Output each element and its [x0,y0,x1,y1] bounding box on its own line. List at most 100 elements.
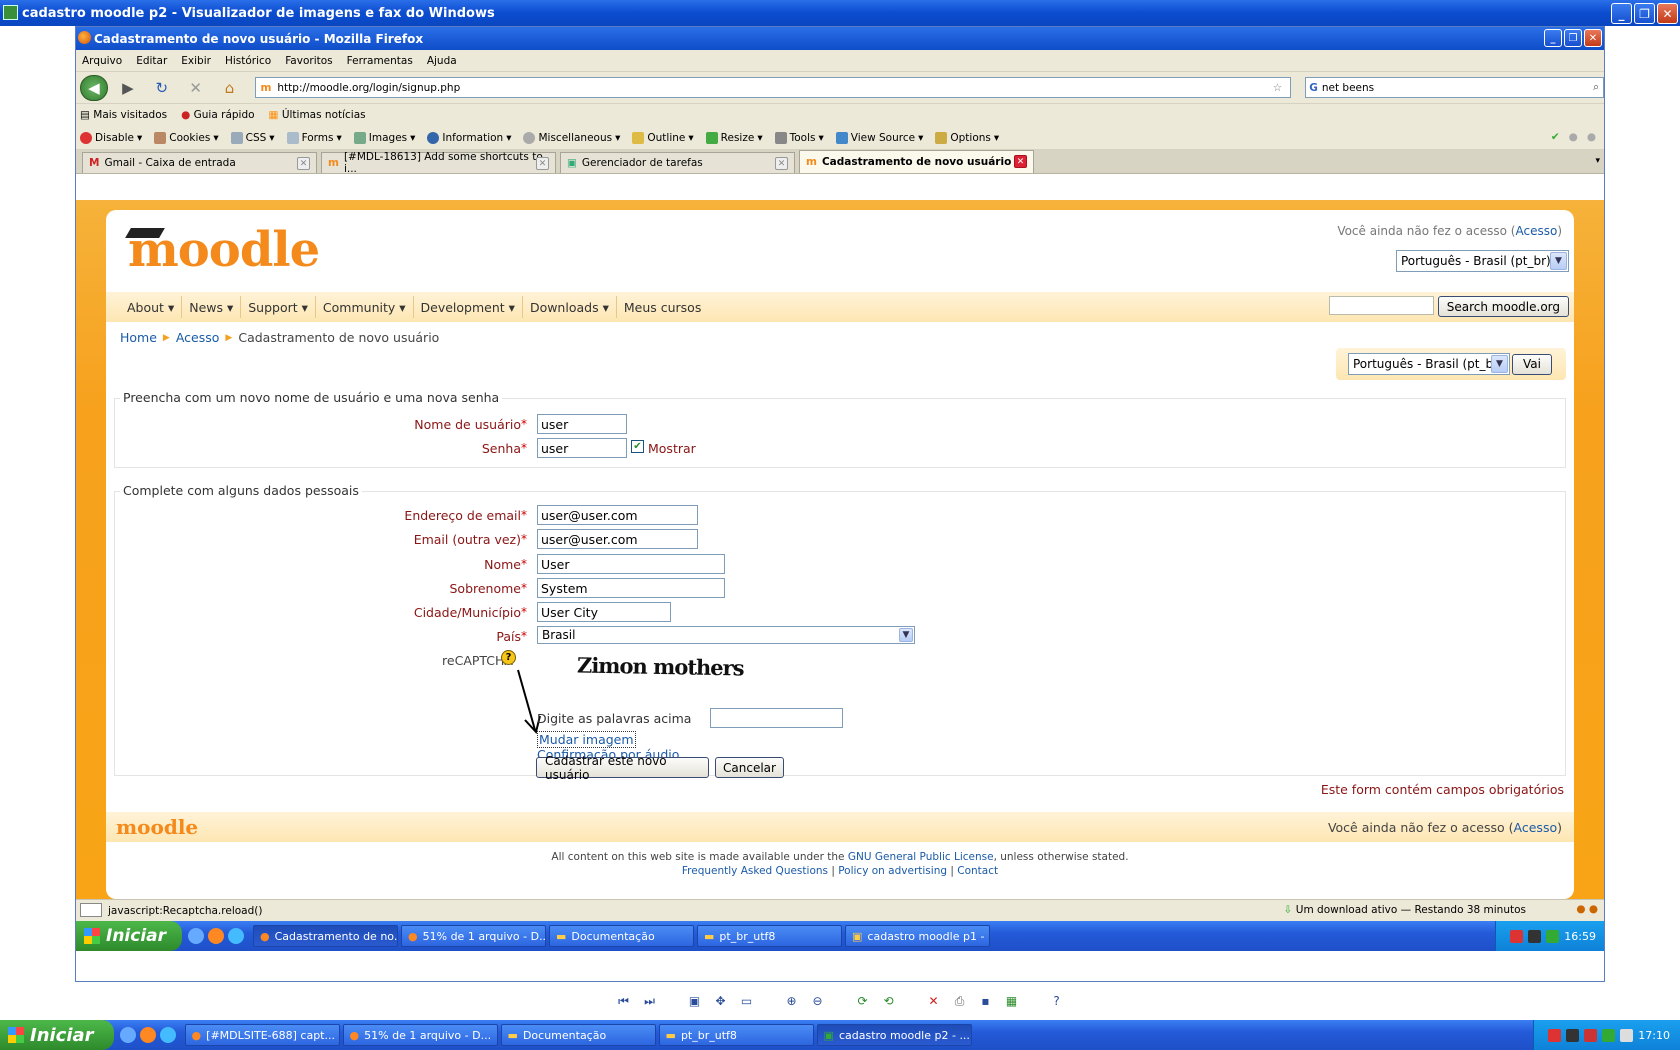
stop-icon[interactable]: ✕ [182,75,210,101]
minimize-button[interactable]: _ [1611,3,1632,24]
bookmark-mais-visitados[interactable]: ▤ Mais visitados [80,109,167,121]
actual-size-icon[interactable]: ✥ [712,993,729,1010]
back-arrow-icon[interactable]: ◀ [80,74,108,101]
dev-images[interactable]: Images ▾ [353,131,415,144]
submit-button[interactable]: Cadastrar este novo usuário [536,754,709,782]
next-image-icon[interactable]: ⏭ [641,993,658,1010]
task-item[interactable]: ▬ Documentação [500,1024,656,1046]
inner-task-item[interactable]: ● 51% de 1 arquivo - D... [401,925,547,947]
ie-icon[interactable] [159,1027,176,1043]
download-status[interactable]: ⇩ Um download ativo — Restando 38 minuto… [1284,904,1526,916]
nav-support[interactable]: Support ▾ [241,296,316,318]
tab-list-chevron-icon[interactable]: ▾ [1595,156,1600,166]
ff-close-button[interactable]: ✕ [1584,29,1602,47]
email2-input[interactable]: user@user.com [537,529,698,549]
email-input[interactable]: user@user.com [537,505,698,525]
firstname-input[interactable]: User [537,554,725,574]
change-image-link[interactable]: Mudar imagem [537,731,636,748]
inner-start-button[interactable]: Iniciar [76,921,183,951]
dev-options[interactable]: Options ▾ [935,131,999,144]
menu-arquivo[interactable]: Arquivo [82,55,122,67]
bookmark-ultimas-noticias[interactable]: ▦ Últimas notícias [269,109,366,121]
nav-development[interactable]: Development ▾ [414,296,523,318]
edit-icon[interactable]: ▦ [1003,993,1020,1010]
nav-meus-cursos[interactable]: Meus cursos [617,296,709,318]
tab-close-icon[interactable]: ✕ [536,157,549,170]
tab-close-icon[interactable]: ✕ [775,157,788,170]
lastname-input[interactable]: System [537,578,725,598]
check-icon[interactable]: ✔ [1551,131,1560,143]
addon-status-icon[interactable]: ● ● [1576,903,1598,915]
dev-miscellaneous[interactable]: Miscellaneous ▾ [523,131,620,144]
dev-css[interactable]: CSS ▾ [230,131,275,144]
dev-tools[interactable]: Tools ▾ [774,131,824,144]
city-input[interactable]: User City [537,602,671,622]
rotate-clockwise-icon[interactable]: ⟳ [854,993,871,1010]
nav-news[interactable]: News ▾ [182,296,242,318]
breadcrumb-acesso[interactable]: Acesso [176,330,220,345]
close-button[interactable]: ✕ [1657,3,1678,24]
task-item[interactable]: ● 51% de 1 arquivo - D... [342,1024,498,1046]
cancel-button[interactable]: Cancelar [715,757,784,778]
help-icon[interactable]: ? [501,650,516,665]
tab-close-icon[interactable]: ✕ [297,157,310,170]
zoom-in-icon[interactable]: ⊕ [783,993,800,1010]
tab-gerenciador[interactable]: ▣ Gerenciador de tarefas ✕ [560,152,795,173]
home-icon[interactable]: ⌂ [216,75,244,101]
inner-task-item[interactable]: ● Cadastramento de no... [253,925,399,947]
dev-outline[interactable]: Outline ▾ [632,131,694,144]
footer-logo[interactable]: moodle [116,815,198,839]
ie-icon[interactable] [188,928,205,944]
inner-task-item[interactable]: ▣ cadastro moodle p1 - ... [845,925,991,947]
ff-restore-button[interactable]: ❐ [1564,29,1582,47]
search-bar[interactable]: G net beens ⌕ [1305,77,1604,98]
site-search-input[interactable] [1328,296,1434,315]
breadcrumb-home[interactable]: Home [120,330,157,345]
footer-login-link[interactable]: Acesso [1514,820,1558,835]
country-select[interactable]: Brasil ▼ [537,626,915,644]
dev-view-source[interactable]: View Source ▾ [835,131,923,144]
bookmark-guia-rapido[interactable]: ● Guia rápido [181,109,254,121]
firefox-icon[interactable] [208,928,225,944]
help-icon[interactable]: ? [1048,993,1065,1010]
slideshow-icon[interactable]: ▭ [738,993,755,1010]
dev-cookies[interactable]: Cookies ▾ [154,131,219,144]
menu-ajuda[interactable]: Ajuda [427,55,457,67]
language-select[interactable]: Português - Brasil (pt_br) ▼ [1348,353,1510,375]
header-language-select[interactable]: Português - Brasil (pt_br) ▼ [1396,250,1569,272]
url-bar[interactable]: m http://moodle.org/login/signup.php ☆ [255,77,1292,98]
zoom-out-icon[interactable]: ⊖ [809,993,826,1010]
gpl-link[interactable]: GNU General Public License [848,851,994,863]
rotate-counterclockwise-icon[interactable]: ⟲ [880,993,897,1010]
search-moodle-button[interactable]: Search moodle.org [1437,296,1569,317]
forward-arrow-icon[interactable]: ▶ [114,75,142,101]
go-button[interactable]: Vai [1512,353,1552,375]
task-item[interactable]: ▬ pt_br_utf8 [658,1024,814,1046]
inner-task-item[interactable]: ▬ pt_br_utf8 [697,925,843,947]
dev-forms[interactable]: Forms ▾ [286,131,342,144]
previous-image-icon[interactable]: ⏮ [615,993,632,1010]
tab-cadastramento[interactable]: m Cadastramento de novo usuário ✕ [799,150,1034,173]
nav-downloads[interactable]: Downloads ▾ [523,296,617,318]
start-button[interactable]: Iniciar [0,1020,114,1050]
reload-icon[interactable]: ↻ [148,75,176,101]
task-item[interactable]: ● [#MDLSITE-688] capt... [184,1024,340,1046]
advertising-link[interactable]: Policy on advertising [838,865,947,877]
ie-icon[interactable] [228,928,245,944]
menu-editar[interactable]: Editar [136,55,167,67]
faq-link[interactable]: Frequently Asked Questions [682,865,828,877]
moodle-logo[interactable]: moodle [125,222,320,278]
bookmark-star-icon[interactable]: ☆ [1273,82,1282,94]
menu-favoritos[interactable]: Favoritos [285,55,332,67]
ff-minimize-button[interactable]: _ [1544,29,1562,47]
password-input[interactable]: user [537,438,627,458]
google-icon[interactable]: G [1309,82,1318,94]
dev-disable[interactable]: Disable ▾ [80,131,142,144]
save-icon[interactable]: ▪ [977,993,994,1010]
menu-exibir[interactable]: Exibir [181,55,211,67]
inner-task-item[interactable]: ▬ Documentação [549,925,695,947]
tab-close-icon[interactable]: ✕ [1014,155,1027,168]
firefox-icon[interactable] [139,1027,156,1043]
username-input[interactable]: user [537,414,627,434]
task-item[interactable]: ▣ cadastro moodle p2 - ... [816,1024,972,1046]
